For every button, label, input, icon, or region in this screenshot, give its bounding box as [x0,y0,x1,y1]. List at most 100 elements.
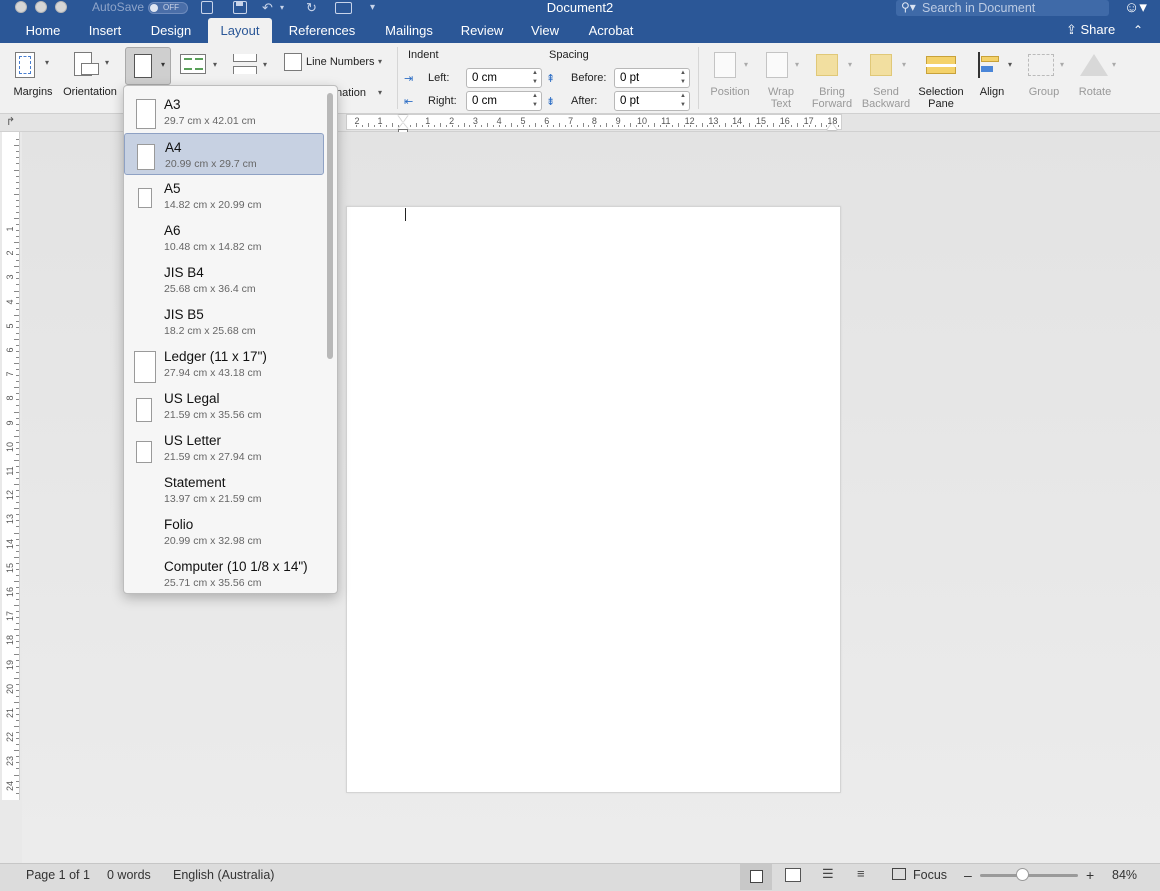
hyphenation-button[interactable]: nation ▾ [336,86,388,102]
outline-view-icon[interactable]: ☰ [822,866,834,882]
page-size-item-statement[interactable]: Statement 13.97 cm x 21.59 cm [124,469,324,511]
search-input[interactable] [922,0,1102,15]
tab-insert[interactable]: Insert [80,18,130,43]
ruler-tick [653,123,655,127]
page-size-item-a5[interactable]: A5 14.82 cm x 20.99 cm [124,175,324,217]
ruler-tick [517,125,519,127]
minimize-window-button[interactable] [35,1,47,13]
close-window-button[interactable] [15,1,27,13]
tab-acrobat[interactable]: Acrobat [578,18,644,43]
first-line-indent-marker[interactable] [398,115,408,123]
menu-scrollbar[interactable] [327,93,333,359]
sidebar-icon[interactable] [201,1,213,14]
language-status[interactable]: English (Australia) [173,868,274,882]
zoom-slider-thumb[interactable] [1016,868,1029,881]
page-size-item-computer-10-1-8-x-14[interactable]: Computer (10 1/8 x 14") 25.71 cm x 35.56 … [124,553,324,593]
vertical-ruler[interactable]: 1 2 3 4 5 6 7 8 9 10 11 12 13 14 15 16 17 18 19 20 21 22 23 24 [2,132,20,800]
spacing-before-spin-icon[interactable]: ▲ ▼ [679,69,687,87]
indent-right-stepper[interactable]: ▲▼ [466,91,542,111]
page-size-preview-icon [137,144,155,170]
wrap-text-button[interactable]: ▾ [760,48,806,88]
focus-icon[interactable] [892,868,906,880]
page-size-item-ledger-11-x-17[interactable]: Ledger (11 x 17") 27.94 cm x 43.18 cm [124,343,324,385]
page-size-item-folio[interactable]: Folio 20.99 cm x 32.98 cm [124,511,324,553]
page-size-dimensions: 25.71 cm x 35.56 cm [164,577,262,589]
breaks-button[interactable]: ▾ [228,50,272,80]
size-button[interactable]: ▾ [125,47,171,85]
tab-review[interactable]: Review [452,18,512,43]
page-size-item-us-legal[interactable]: US Legal 21.59 cm x 35.56 cm [124,385,324,427]
ruler-tick [16,423,19,425]
page-size-item-jis-b4[interactable]: JIS B4 25.68 cm x 36.4 cm [124,259,324,301]
position-button[interactable]: ▾ [706,48,754,88]
share-button[interactable]: ⇪ Share [1066,19,1115,41]
align-button[interactable]: ▾ [972,48,1018,88]
horizontal-ruler[interactable]: 2 1 1 2 3 4 5 6 7 8 9 10 11 12 13 14 15 16 17 18 [346,114,842,130]
selection-pane-button[interactable] [918,48,964,88]
zoom-out-button[interactable]: – [964,868,972,882]
ruler-number: 13 [5,514,15,525]
ruler-number: 13 [708,116,719,126]
focus-label[interactable]: Focus [913,868,947,882]
send-backward-dropdown-icon: ▾ [902,60,907,69]
send-backward-label-2: Backward [861,98,911,110]
print-layout-view-button[interactable] [740,864,772,890]
web-layout-view-icon[interactable] [785,868,801,882]
ruler-tick [14,338,19,340]
search-box[interactable]: ⚲▾ [896,0,1109,16]
page-size-item-us-letter[interactable]: US Letter 21.59 cm x 27.94 cm [124,427,324,469]
ruler-tick [16,756,19,758]
rotate-button[interactable]: ▾ [1074,48,1120,88]
word-count[interactable]: 0 words [107,868,151,882]
ruler-tick [16,526,19,528]
spacing-after-stepper[interactable]: ▲▼ [614,91,690,111]
zoom-slider-track[interactable] [980,874,1078,877]
redo-icon[interactable]: ↻ [306,0,317,16]
document-page[interactable] [346,206,841,793]
collapse-ribbon-icon[interactable]: ⌃ [1133,19,1143,41]
indent-left-spin-icon[interactable]: ▲ ▼ [531,69,539,87]
tab-stop-selector-icon[interactable]: ↱ [6,115,15,128]
page-size-item-jis-b5[interactable]: JIS B5 18.2 cm x 25.68 cm [124,301,324,343]
ruler-tick [16,157,19,159]
save-icon[interactable] [233,1,247,14]
bring-forward-button[interactable]: ▾ [812,48,858,88]
page-size-item-a4[interactable]: A4 20.99 cm x 29.7 cm [124,133,324,175]
right-indent-marker[interactable] [827,123,837,131]
ruler-number: 7 [568,116,574,126]
feedback-smiley-icon[interactable]: ☺▾ [1124,0,1147,15]
customize-toolbar-icon[interactable]: ▾ [370,0,375,16]
indent-right-spin-icon[interactable]: ▲ ▼ [531,92,539,110]
spacing-before-input[interactable] [620,70,676,86]
undo-icon[interactable]: ↶ [262,0,273,16]
spacing-after-input[interactable] [620,93,676,109]
autosave-state: OFF [163,3,179,12]
tab-view[interactable]: View [521,18,569,43]
tab-layout[interactable]: Layout [208,18,272,43]
send-backward-button[interactable]: ▾ [864,48,912,88]
tab-design[interactable]: Design [143,18,199,43]
line-numbers-button[interactable]: Line Numbers ▾ [282,52,388,72]
indent-left-stepper[interactable]: ▲▼ [466,68,542,88]
tab-home[interactable]: Home [16,18,70,43]
spacing-after-spin-icon[interactable]: ▲ ▼ [679,92,687,110]
zoom-in-button[interactable]: + [1086,868,1094,882]
page-size-item-a3[interactable]: A3 29.7 cm x 42.01 cm [124,91,324,133]
group-button[interactable]: ▾ [1022,48,1068,88]
tab-mailings[interactable]: Mailings [374,18,444,43]
columns-button[interactable]: ▾ [176,50,222,80]
undo-dropdown-icon[interactable]: ▾ [280,0,284,16]
tab-references[interactable]: References [280,18,364,43]
ruler-tick [14,290,19,292]
zoom-window-button[interactable] [55,1,67,13]
zoom-level[interactable]: 84% [1112,868,1137,882]
page-count[interactable]: Page 1 of 1 [26,868,90,882]
indent-left-input[interactable] [472,70,528,86]
indent-right-input[interactable] [472,93,528,109]
draft-view-icon[interactable]: ≡ [857,866,865,881]
ruler-number: 14 [5,538,15,549]
autosave-toggle[interactable]: OFF [148,2,188,14]
page-size-item-a6[interactable]: A6 10.48 cm x 14.82 cm [124,217,324,259]
spacing-before-stepper[interactable]: ▲▼ [614,68,690,88]
print-icon[interactable] [335,2,352,14]
